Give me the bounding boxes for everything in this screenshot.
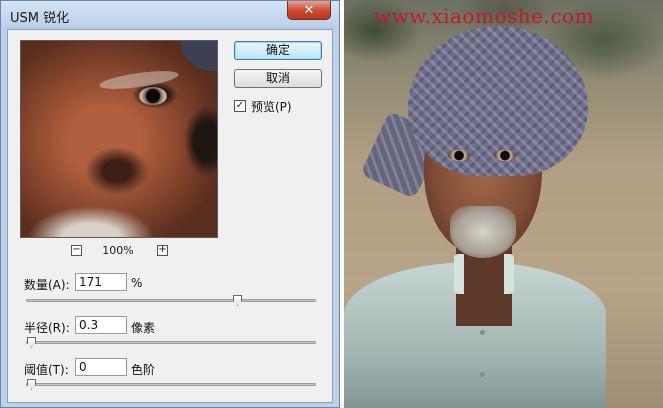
watermark-text: www.xiaomoshe.com (374, 4, 595, 28)
result-photo: www.xiaomoshe.com (344, 0, 663, 408)
radius-input[interactable]: 0.3 (75, 316, 127, 334)
threshold-slider-thumb[interactable] (27, 379, 36, 390)
threshold-input[interactable]: 0 (75, 358, 127, 376)
radius-unit: 像素 (131, 321, 156, 335)
title-bar[interactable]: USM 锐化 ✕ (1, 1, 339, 29)
amount-label: 数量(A): (24, 278, 70, 292)
threshold-label: 阈值(T): (24, 363, 69, 377)
photo-shirt-button (480, 372, 485, 377)
dialog-body: − 100% + 确定 取消 ✓ 预览(P) 数量(A): 171 % 半径(R… (7, 29, 333, 403)
preview-turban (181, 41, 217, 71)
photo-beard (450, 206, 516, 258)
threshold-unit: 色阶 (131, 363, 156, 377)
threshold-slider[interactable] (26, 379, 316, 390)
ok-button[interactable]: 确定 (234, 41, 322, 60)
minus-icon: − (72, 244, 81, 255)
plus-icon: + (158, 244, 167, 255)
close-button[interactable]: ✕ (287, 1, 331, 20)
amount-unit: % (131, 276, 143, 290)
zoom-level: 100% (102, 244, 134, 257)
zoom-in-button[interactable]: + (157, 245, 168, 256)
dialog-title: USM 锐化 (10, 11, 70, 26)
preview-eyebrow (98, 67, 180, 93)
amount-input[interactable]: 171 (75, 273, 127, 291)
radius-slider[interactable] (26, 337, 316, 348)
close-icon: ✕ (303, 2, 315, 18)
photo-shirt-button (480, 330, 485, 335)
radius-label: 半径(R): (24, 321, 70, 335)
photo-left-eye (448, 150, 470, 161)
usm-sharpen-dialog: USM 锐化 ✕ − 100% + 确定 取消 ✓ 预览(P) 数量(A): 1… (0, 0, 340, 408)
photo-collar (454, 254, 514, 294)
preview-checkbox[interactable]: ✓ (234, 100, 246, 112)
amount-slider[interactable] (26, 295, 316, 306)
amount-slider-thumb[interactable] (233, 295, 242, 306)
cancel-button[interactable]: 取消 (234, 69, 322, 88)
preview-image[interactable] (20, 40, 218, 238)
zoom-out-button[interactable]: − (71, 245, 82, 256)
zoom-controls: − 100% + (20, 243, 218, 259)
photo-right-eye (494, 150, 516, 161)
preview-eye (139, 87, 167, 105)
radius-slider-thumb[interactable] (27, 337, 36, 348)
preview-checkbox-label: 预览(P) (251, 99, 292, 114)
preview-toggle[interactable]: ✓ 预览(P) (234, 98, 292, 114)
